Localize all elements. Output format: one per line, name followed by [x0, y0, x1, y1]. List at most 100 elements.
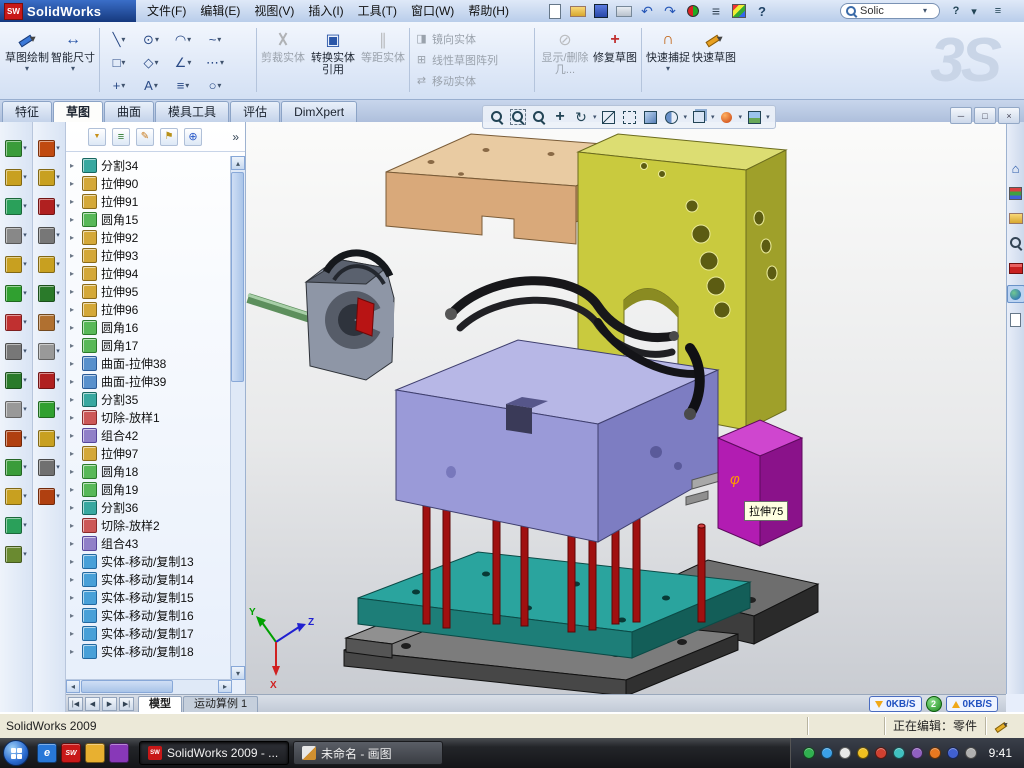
redo-icon[interactable] — [660, 2, 680, 20]
expand-arrow-icon[interactable]: ▸ — [70, 593, 82, 602]
tree-item[interactable]: ▸组合42 — [66, 426, 232, 444]
caret-down-icon[interactable]: ▾ — [23, 347, 27, 355]
expand-arrow-icon[interactable]: ▸ — [70, 395, 82, 404]
rotate-view-icon[interactable] — [572, 108, 590, 126]
section-view-icon[interactable] — [663, 108, 681, 126]
display-delete-relations-button[interactable]: ⊘ 显示/删除几... — [538, 26, 592, 92]
feature-tool-icon[interactable]: ▾ — [5, 515, 27, 535]
restore-button[interactable]: □ — [974, 107, 996, 124]
expand-arrow-icon[interactable]: ▸ — [70, 341, 82, 350]
scrollbar-thumb[interactable] — [231, 172, 244, 382]
caret-down-icon[interactable]: ▾ — [684, 113, 688, 121]
part-gray-clamp[interactable] — [306, 253, 394, 380]
menu-item[interactable]: 编辑(E) — [193, 0, 247, 22]
tree-item[interactable]: ▸曲面-拉伸39 — [66, 372, 232, 390]
tray-icon[interactable] — [893, 747, 905, 759]
menu-item[interactable]: 插入(I) — [301, 0, 350, 22]
caret-down-icon[interactable]: ▾ — [711, 113, 715, 121]
scrollbar-thumb[interactable] — [81, 680, 173, 693]
tab-曲面[interactable]: 曲面 — [104, 101, 154, 122]
tree-item[interactable]: ▸拉伸91 — [66, 192, 232, 210]
tree-item[interactable]: ▸圆角19 — [66, 480, 232, 498]
menu-item[interactable]: 文件(F) — [140, 0, 193, 22]
taskbar-task[interactable]: 未命名 - 画图 — [293, 741, 443, 765]
undo-icon[interactable] — [637, 2, 657, 20]
caret-down-icon[interactable]: ▾ — [23, 231, 27, 239]
zoom-fit-icon[interactable] — [488, 108, 506, 126]
caret-down-icon[interactable]: ▾ — [23, 492, 27, 500]
view-orientation-icon[interactable] — [690, 108, 708, 126]
caret-down-icon[interactable]: ▾ — [154, 59, 158, 67]
centerline-tool-icon[interactable]: ≡▾ — [167, 74, 199, 97]
caret-down-icon[interactable]: ▾ — [220, 59, 224, 67]
expand-arrow-icon[interactable]: ▸ — [70, 251, 82, 260]
expand-arrow-icon[interactable]: ▸ — [70, 431, 82, 440]
menu-item[interactable]: 工具(T) — [351, 0, 404, 22]
tree-item[interactable]: ▸实体-移动/复制18 — [66, 642, 232, 660]
color-icon[interactable] — [729, 2, 749, 20]
notification-badge[interactable]: 2 — [926, 696, 942, 712]
caret-down-icon[interactable]: ▾ — [666, 65, 670, 73]
previous-tab-button[interactable]: ◀ — [85, 697, 100, 711]
caret-down-icon[interactable]: ▾ — [56, 318, 60, 326]
menu-item[interactable]: 窗口(W) — [404, 0, 461, 22]
caret-down-icon[interactable]: ▾ — [121, 82, 125, 90]
expand-arrow-icon[interactable]: ▸ — [70, 467, 82, 476]
caret-down-icon[interactable]: ▾ — [25, 65, 29, 73]
tray-icon[interactable] — [929, 747, 941, 759]
feature-tool-icon[interactable]: ▾ — [5, 428, 27, 448]
toolbar-overflow-icon[interactable]: ≡ — [990, 3, 1006, 19]
expand-arrow-icon[interactable]: ▸ — [70, 305, 82, 314]
scroll-down-button[interactable]: ▾ — [231, 666, 245, 680]
expand-arrow-icon[interactable]: ▸ — [70, 503, 82, 512]
caret-down-icon[interactable]: ▾ — [966, 3, 982, 19]
document-icon[interactable] — [1008, 312, 1024, 328]
trim-entities-button[interactable]: 剪裁实体 — [260, 26, 306, 92]
overflow-chevron[interactable]: » — [232, 130, 239, 144]
mirror-entities-button[interactable]: ◨ 镜向实体 — [413, 29, 531, 48]
feature-tool-icon[interactable]: ▾ — [5, 167, 27, 187]
taskbar-task[interactable]: SWSolidWorks 2009 - ... — [139, 741, 289, 765]
feature-tool-icon[interactable]: ▾ — [38, 312, 60, 332]
toolbox-icon[interactable] — [1008, 260, 1024, 276]
caret-down-icon[interactable]: ▾ — [187, 36, 191, 44]
caret-down-icon[interactable]: ▾ — [23, 144, 27, 152]
zoom-icon[interactable] — [530, 108, 548, 126]
tree-item[interactable]: ▸实体-移动/复制17 — [66, 624, 232, 642]
tray-icon[interactable] — [875, 747, 887, 759]
sketch-button[interactable]: 草图绘制 ▾ — [4, 26, 50, 92]
expand-arrow-icon[interactable]: ▸ — [70, 485, 82, 494]
expand-arrow-icon[interactable]: ▸ — [70, 215, 82, 224]
save-icon[interactable] — [591, 2, 611, 20]
tree-item[interactable]: ▸分割34 — [66, 156, 232, 174]
start-button[interactable] — [3, 740, 29, 766]
move-entities-button[interactable]: ⇄ 移动实体 — [413, 71, 531, 90]
feature-tool-icon[interactable]: ▾ — [5, 544, 27, 564]
scroll-right-button[interactable]: ▸ — [218, 680, 232, 693]
quick-launch-icon[interactable] — [85, 743, 105, 763]
tree-item[interactable]: ▸切除-放样2 — [66, 516, 232, 534]
dimxpertmanager-icon[interactable] — [184, 128, 202, 146]
tab-评估[interactable]: 评估 — [230, 101, 280, 122]
open-icon[interactable] — [568, 2, 588, 20]
tray-icon[interactable] — [857, 747, 869, 759]
caret-down-icon[interactable]: ▾ — [766, 113, 770, 121]
expand-arrow-icon[interactable]: ▸ — [70, 287, 82, 296]
part-magenta-block[interactable]: φ — [718, 420, 802, 546]
caret-down-icon[interactable]: ▾ — [593, 113, 597, 121]
caret-down-icon[interactable]: ▾ — [71, 65, 75, 73]
feature-tool-icon[interactable]: ▾ — [38, 341, 60, 361]
caret-down-icon[interactable]: ▾ — [23, 318, 27, 326]
caret-down-icon[interactable]: ▾ — [739, 113, 743, 121]
feature-tool-icon[interactable]: ▾ — [5, 370, 27, 390]
file-explorer-icon[interactable] — [1008, 210, 1024, 226]
expand-arrow-icon[interactable]: ▸ — [70, 179, 82, 188]
options-icon[interactable] — [706, 2, 726, 20]
next-tab-button[interactable]: ▶ — [102, 697, 117, 711]
shaded-icon[interactable] — [642, 108, 660, 126]
tree-item[interactable]: ▸切除-放样1 — [66, 408, 232, 426]
configurationmanager-icon[interactable] — [160, 128, 178, 146]
new-document-icon[interactable] — [545, 2, 565, 20]
offset-entities-button[interactable]: ∥ 等距实体 — [360, 26, 406, 92]
convert-entities-button[interactable]: ▣ 转换实体引用 — [306, 26, 360, 92]
